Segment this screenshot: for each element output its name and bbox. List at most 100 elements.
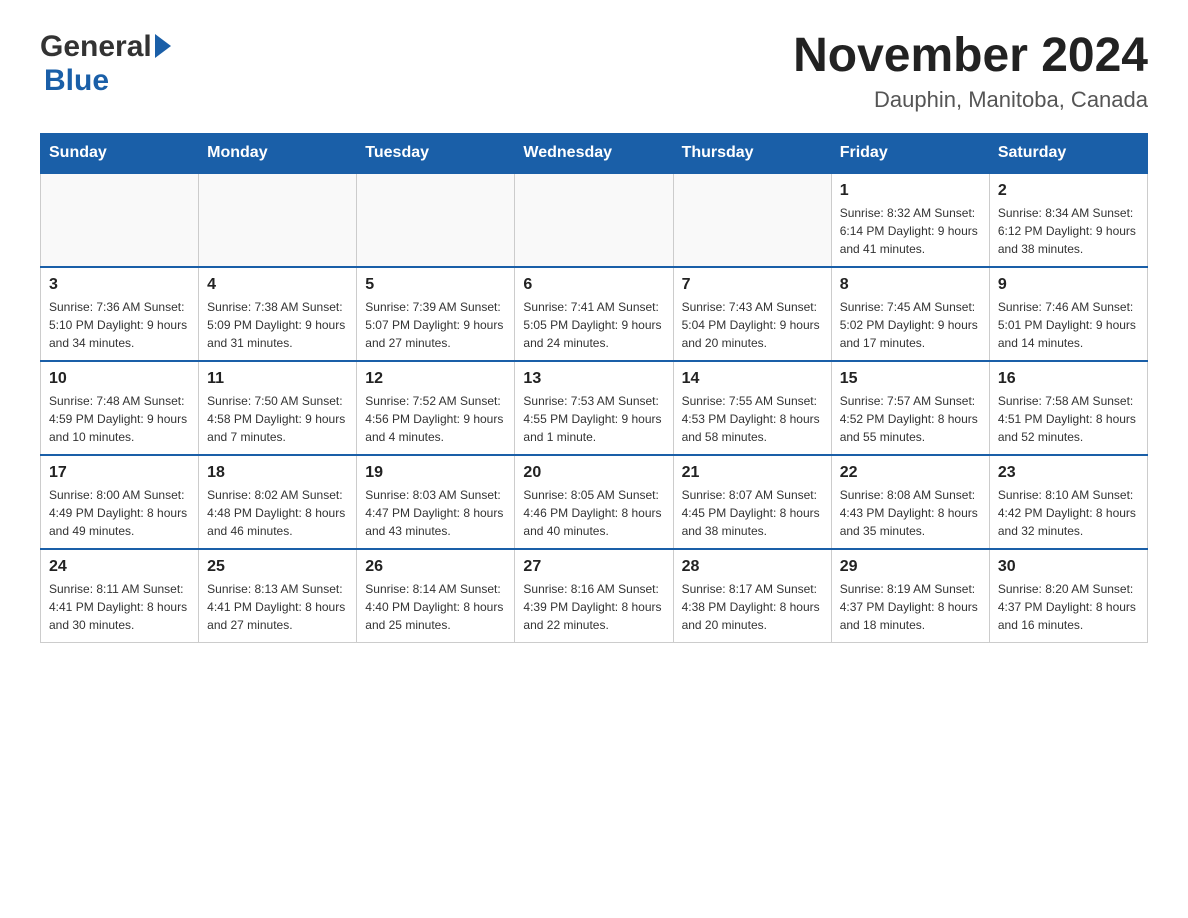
day-number: 4 [207,276,348,294]
day-info: Sunrise: 7:36 AM Sunset: 5:10 PM Dayligh… [49,298,190,352]
week-row-4: 17 Sunrise: 8:00 AM Sunset: 4:49 PM Dayli… [41,455,1148,549]
header-sunday: Sunday [41,133,199,173]
location-text: Dauphin, Manitoba, Canada [793,87,1148,113]
day-cell: 21Sunrise: 8:07 AM Sunset: 4:45 PM Dayli… [673,455,831,549]
day-cell: 15Sunrise: 7:57 AM Sunset: 4:52 PM Dayli… [831,361,989,455]
day-number: 19 [365,464,506,482]
day-number: 24 [49,558,190,576]
week-row-5: 24 Sunrise: 8:11 AM Sunset: 4:41 PM Dayli… [41,549,1148,643]
day-cell: 18Sunrise: 8:02 AM Sunset: 4:48 PM Dayli… [199,455,357,549]
day-info: Sunrise: 8:32 AM Sunset: 6:14 PM Dayligh… [840,204,981,258]
day-info: Sunrise: 8:19 AM Sunset: 4:37 PM Dayligh… [840,580,981,634]
day-info: Sunrise: 7:46 AM Sunset: 5:01 PM Dayligh… [998,298,1139,352]
day-info: Sunrise: 8:16 AM Sunset: 4:39 PM Dayligh… [523,580,664,634]
day-cell: 7 Sunrise: 7:43 AM Sunset: 5:04 PM Daylig… [673,267,831,361]
day-number: 8 [840,276,981,294]
day-info: Sunrise: 7:39 AM Sunset: 5:07 PM Dayligh… [365,298,506,352]
day-cell: 17 Sunrise: 8:00 AM Sunset: 4:49 PM Dayli… [41,455,199,549]
day-cell [515,173,673,267]
header-wednesday: Wednesday [515,133,673,173]
day-info: Sunrise: 7:50 AM Sunset: 4:58 PM Dayligh… [207,392,348,446]
header-monday: Monday [199,133,357,173]
day-number: 5 [365,276,506,294]
day-number: 30 [998,558,1139,576]
day-cell: 23 Sunrise: 8:10 AM Sunset: 4:42 PM Dayli… [989,455,1147,549]
day-cell: 20 Sunrise: 8:05 AM Sunset: 4:46 PM Dayli… [515,455,673,549]
calendar-body: 1 Sunrise: 8:32 AM Sunset: 6:14 PM Daylig… [41,173,1148,643]
logo-general-text: General [40,30,152,64]
day-info: Sunrise: 8:00 AM Sunset: 4:49 PM Dayligh… [49,486,190,540]
day-info: Sunrise: 8:05 AM Sunset: 4:46 PM Dayligh… [523,486,664,540]
day-cell: 13Sunrise: 7:53 AM Sunset: 4:55 PM Dayli… [515,361,673,455]
day-info: Sunrise: 8:17 AM Sunset: 4:38 PM Dayligh… [682,580,823,634]
day-cell: 27 Sunrise: 8:16 AM Sunset: 4:39 PM Dayli… [515,549,673,643]
day-number: 27 [523,558,664,576]
day-number: 25 [207,558,348,576]
day-info: Sunrise: 7:41 AM Sunset: 5:05 PM Dayligh… [523,298,664,352]
day-info: Sunrise: 8:08 AM Sunset: 4:43 PM Dayligh… [840,486,981,540]
day-cell: 8 Sunrise: 7:45 AM Sunset: 5:02 PM Daylig… [831,267,989,361]
day-number: 11 [207,370,348,388]
day-cell: 12Sunrise: 7:52 AM Sunset: 4:56 PM Dayli… [357,361,515,455]
week-row-2: 3 Sunrise: 7:36 AM Sunset: 5:10 PM Daylig… [41,267,1148,361]
day-cell [673,173,831,267]
day-number: 14 [682,370,823,388]
day-number: 17 [49,464,190,482]
day-cell: 19 Sunrise: 8:03 AM Sunset: 4:47 PM Dayli… [357,455,515,549]
day-info: Sunrise: 8:20 AM Sunset: 4:37 PM Dayligh… [998,580,1139,634]
day-cell: 2Sunrise: 8:34 AM Sunset: 6:12 PM Daylig… [989,173,1147,267]
day-cell: 29 Sunrise: 8:19 AM Sunset: 4:37 PM Dayli… [831,549,989,643]
day-cell: 28 Sunrise: 8:17 AM Sunset: 4:38 PM Dayli… [673,549,831,643]
logo-arrow-icon [155,34,171,58]
header-saturday: Saturday [989,133,1147,173]
day-cell: 14 Sunrise: 7:55 AM Sunset: 4:53 PM Dayli… [673,361,831,455]
day-info: Sunrise: 8:02 AM Sunset: 4:48 PM Dayligh… [207,486,348,540]
day-cell: 30 Sunrise: 8:20 AM Sunset: 4:37 PM Dayli… [989,549,1147,643]
day-info: Sunrise: 8:10 AM Sunset: 4:42 PM Dayligh… [998,486,1139,540]
day-cell: 24 Sunrise: 8:11 AM Sunset: 4:41 PM Dayli… [41,549,199,643]
day-number: 23 [998,464,1139,482]
title-block: November 2024 Dauphin, Manitoba, Canada [793,30,1148,113]
day-number: 26 [365,558,506,576]
logo-blue-text: Blue [44,64,109,98]
day-info: Sunrise: 7:45 AM Sunset: 5:02 PM Dayligh… [840,298,981,352]
day-number: 1 [840,182,981,200]
calendar-header: Sunday Monday Tuesday Wednesday Thursday… [41,133,1148,173]
day-info: Sunrise: 7:55 AM Sunset: 4:53 PM Dayligh… [682,392,823,446]
day-info: Sunrise: 8:11 AM Sunset: 4:41 PM Dayligh… [49,580,190,634]
day-cell: 5 Sunrise: 7:39 AM Sunset: 5:07 PM Daylig… [357,267,515,361]
day-info: Sunrise: 7:48 AM Sunset: 4:59 PM Dayligh… [49,392,190,446]
day-number: 7 [682,276,823,294]
day-number: 20 [523,464,664,482]
day-info: Sunrise: 7:43 AM Sunset: 5:04 PM Dayligh… [682,298,823,352]
day-cell: 1 Sunrise: 8:32 AM Sunset: 6:14 PM Daylig… [831,173,989,267]
day-number: 22 [840,464,981,482]
calendar-table: Sunday Monday Tuesday Wednesday Thursday… [40,133,1148,643]
day-number: 3 [49,276,190,294]
day-number: 16 [998,370,1139,388]
day-number: 28 [682,558,823,576]
day-number: 29 [840,558,981,576]
day-info: Sunrise: 7:38 AM Sunset: 5:09 PM Dayligh… [207,298,348,352]
week-row-3: 10 Sunrise: 7:48 AM Sunset: 4:59 PM Dayli… [41,361,1148,455]
header-thursday: Thursday [673,133,831,173]
day-cell: 25 Sunrise: 8:13 AM Sunset: 4:41 PM Dayli… [199,549,357,643]
day-cell [357,173,515,267]
day-cell: 6 Sunrise: 7:41 AM Sunset: 5:05 PM Daylig… [515,267,673,361]
day-cell: 22 Sunrise: 8:08 AM Sunset: 4:43 PM Dayli… [831,455,989,549]
day-cell: 26Sunrise: 8:14 AM Sunset: 4:40 PM Dayli… [357,549,515,643]
day-number: 21 [682,464,823,482]
day-cell: 3 Sunrise: 7:36 AM Sunset: 5:10 PM Daylig… [41,267,199,361]
day-number: 10 [49,370,190,388]
day-number: 6 [523,276,664,294]
day-cell [199,173,357,267]
day-cell: 4 Sunrise: 7:38 AM Sunset: 5:09 PM Daylig… [199,267,357,361]
day-number: 2 [998,182,1139,200]
day-info: Sunrise: 8:03 AM Sunset: 4:47 PM Dayligh… [365,486,506,540]
day-info: Sunrise: 8:13 AM Sunset: 4:41 PM Dayligh… [207,580,348,634]
day-cell [41,173,199,267]
day-number: 9 [998,276,1139,294]
day-number: 12 [365,370,506,388]
header-tuesday: Tuesday [357,133,515,173]
day-number: 13 [523,370,664,388]
